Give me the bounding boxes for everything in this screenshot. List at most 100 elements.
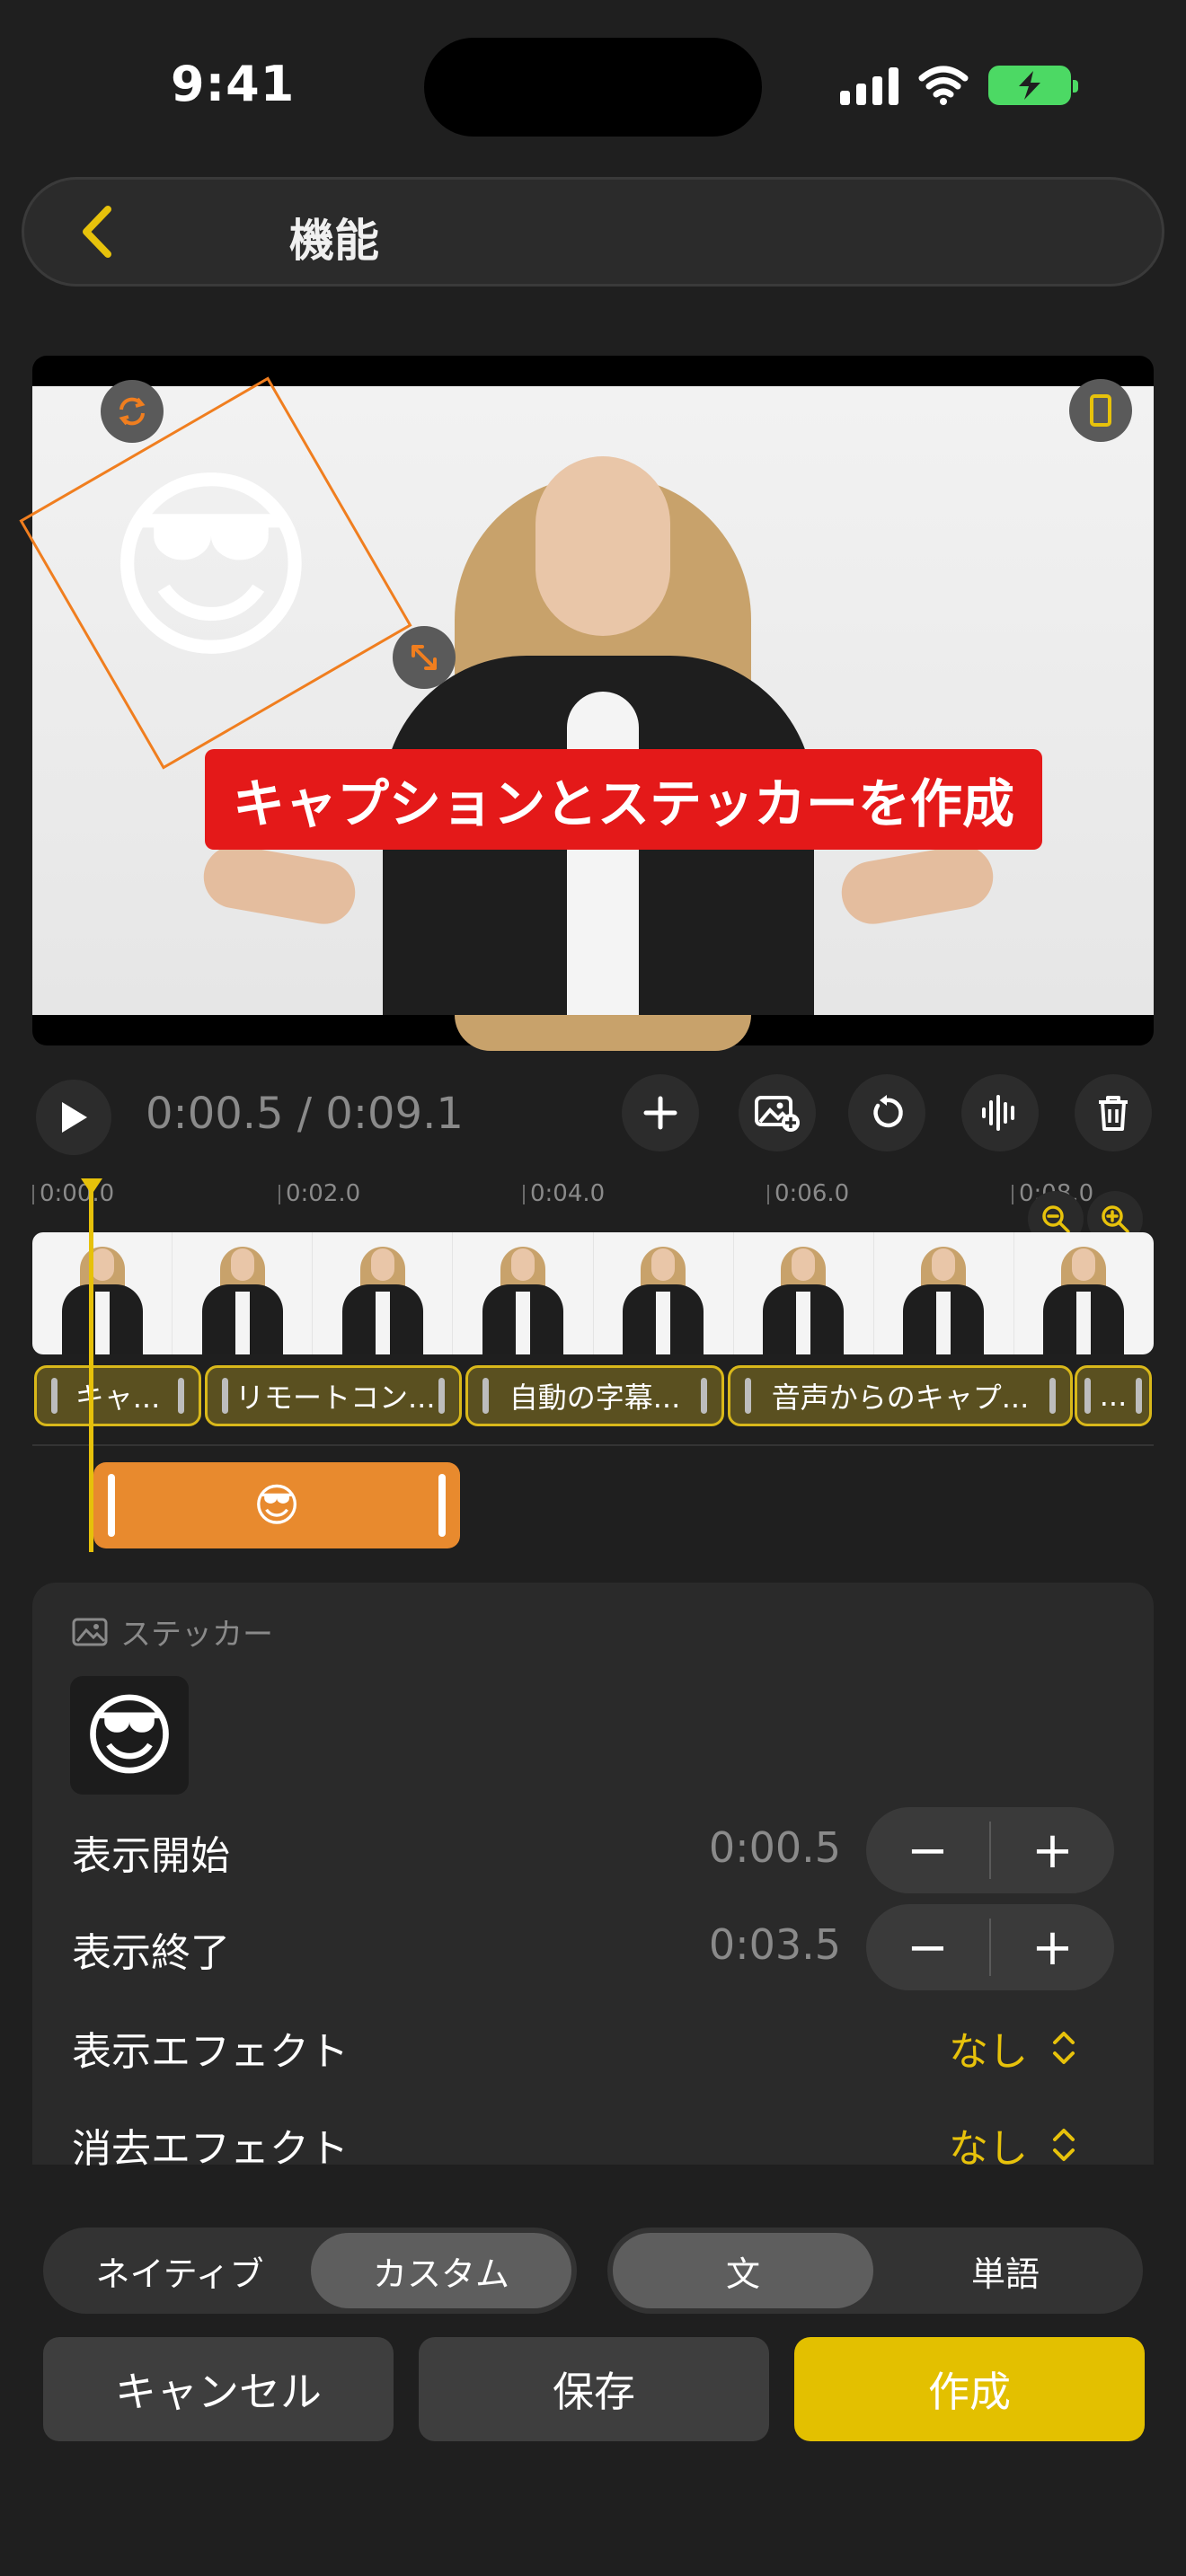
- sticker-thumbnail[interactable]: 😎: [70, 1676, 189, 1795]
- rotate-icon: [119, 397, 146, 426]
- caption-clip-label: 音声からのキャプ...: [771, 1381, 1030, 1415]
- play-button[interactable]: [36, 1080, 111, 1155]
- segment-native[interactable]: ネイティブ: [49, 2233, 311, 2308]
- undo-button[interactable]: [848, 1074, 925, 1151]
- add-sticker-button[interactable]: [739, 1074, 816, 1151]
- show-effect-value: なし: [949, 2029, 1028, 2075]
- filmstrip-frame: [874, 1232, 1014, 1354]
- caption-clip[interactable]: キャ...: [34, 1365, 201, 1426]
- hide-effect-value: なし: [949, 2126, 1028, 2172]
- segment-custom[interactable]: カスタム: [311, 2233, 571, 2308]
- ruler-tick: 0:04.0: [523, 1180, 605, 1207]
- presenter-hand-left: [199, 840, 360, 930]
- time-readout: 0:00.5 / 0:09.1: [146, 1089, 464, 1139]
- clip-handle[interactable]: [1084, 1378, 1091, 1414]
- start-time-increase-button[interactable]: +: [991, 1807, 1114, 1893]
- clip-handle[interactable]: [222, 1378, 228, 1414]
- filmstrip-frame: [594, 1232, 734, 1354]
- trash-icon: [1099, 1096, 1128, 1131]
- back-button[interactable]: [72, 202, 126, 261]
- delete-button[interactable]: [1075, 1074, 1152, 1151]
- clip-handle[interactable]: [482, 1378, 489, 1414]
- sticker-clip[interactable]: 😎: [93, 1462, 460, 1548]
- add-image-icon: [755, 1096, 800, 1132]
- caption-clip-label: キャ...: [75, 1381, 161, 1415]
- end-time-label: 表示終了: [72, 1930, 230, 1976]
- battery-charging-icon: [988, 66, 1078, 105]
- presenter-face: [535, 456, 670, 636]
- caption-clip[interactable]: リモートコン...: [205, 1365, 462, 1426]
- caption-clip-label: リモートコン...: [235, 1381, 436, 1415]
- clip-handle[interactable]: [108, 1474, 115, 1537]
- panel-title: ステッカー: [120, 1617, 273, 1653]
- clip-handle[interactable]: [701, 1378, 707, 1414]
- status-time: 9:41: [171, 56, 296, 112]
- caption-clip-label: ...: [1099, 1379, 1128, 1413]
- aspect-ratio-button[interactable]: [1069, 379, 1132, 442]
- show-effect-label: 表示エフェクト: [72, 2029, 349, 2075]
- play-icon: [62, 1102, 87, 1133]
- caption-clip[interactable]: 音声からのキャプ...: [728, 1365, 1073, 1426]
- unit-segmented-control[interactable]: 文 単語: [607, 2228, 1143, 2314]
- sticker-rotate-button[interactable]: [101, 380, 164, 443]
- end-time-stepper[interactable]: − +: [866, 1904, 1114, 1990]
- caption-overlay[interactable]: キャプションとステッカーを作成: [205, 749, 1042, 850]
- sticker-overlay[interactable]: 😎: [103, 465, 319, 672]
- aspect-ratio-icon: [1090, 394, 1111, 427]
- start-time-decrease-button[interactable]: −: [866, 1807, 989, 1893]
- resize-icon: [412, 645, 437, 670]
- add-caption-button[interactable]: [622, 1074, 699, 1151]
- clip-handle[interactable]: [1136, 1378, 1142, 1414]
- clip-handle[interactable]: [438, 1474, 446, 1537]
- caption-clip-label: 自動の字幕...: [509, 1381, 681, 1415]
- start-time-label: 表示開始: [72, 1833, 230, 1879]
- chevron-updown-icon: [1053, 2032, 1075, 2064]
- clip-handle[interactable]: [51, 1378, 58, 1414]
- zoom-in-icon: [1102, 1205, 1129, 1233]
- signal-icon: [840, 66, 898, 105]
- zoom-out-icon: [1042, 1205, 1070, 1233]
- image-icon: [72, 1618, 108, 1645]
- undo-icon: [873, 1095, 903, 1128]
- panel-header: ステッカー: [72, 1610, 273, 1654]
- clip-handle[interactable]: [438, 1378, 445, 1414]
- filmstrip-frame: [313, 1232, 454, 1354]
- end-time-value: 0:03.5: [708, 1920, 841, 1969]
- end-time-increase-button[interactable]: +: [991, 1904, 1114, 1990]
- sticker-resize-button[interactable]: [393, 626, 456, 689]
- create-button[interactable]: 作成: [794, 2337, 1145, 2441]
- filmstrip-frame: [453, 1232, 594, 1354]
- hide-effect-select[interactable]: なし: [949, 2116, 1076, 2174]
- ruler-tick: 0:06.0: [767, 1180, 849, 1207]
- clip-handle[interactable]: [178, 1378, 184, 1414]
- playhead[interactable]: [89, 1184, 93, 1552]
- presenter-shirt: [567, 692, 639, 1015]
- header-bar: [22, 177, 1164, 287]
- clip-handle[interactable]: [745, 1378, 751, 1414]
- auto-caption-button[interactable]: [961, 1074, 1039, 1151]
- cancel-button[interactable]: キャンセル: [43, 2337, 394, 2441]
- video-filmstrip[interactable]: [32, 1232, 1154, 1354]
- show-effect-select[interactable]: なし: [949, 2019, 1076, 2077]
- start-time-stepper[interactable]: − +: [866, 1807, 1114, 1893]
- chevron-updown-icon: [1053, 2129, 1075, 2161]
- page-title: 機能: [289, 215, 379, 267]
- clip-handle[interactable]: [1049, 1378, 1056, 1414]
- filmstrip-frame: [173, 1232, 314, 1354]
- caption-clip[interactable]: ...: [1075, 1365, 1152, 1426]
- caption-clip[interactable]: 自動の字幕...: [465, 1365, 724, 1426]
- segment-word[interactable]: 単語: [873, 2233, 1137, 2308]
- start-time-value: 0:00.5: [708, 1823, 841, 1872]
- wifi-icon: [918, 66, 969, 105]
- chevron-left-icon: [83, 206, 111, 258]
- segment-sentence[interactable]: 文: [613, 2233, 873, 2308]
- filmstrip-frame: [32, 1232, 173, 1354]
- save-button[interactable]: 保存: [419, 2337, 769, 2441]
- end-time-decrease-button[interactable]: −: [866, 1904, 989, 1990]
- sticker-clip-emoji: 😎: [252, 1479, 301, 1531]
- dynamic-island: [424, 38, 762, 137]
- mode-segmented-control[interactable]: ネイティブ カスタム: [43, 2228, 577, 2314]
- track-divider: [32, 1444, 1154, 1446]
- playhead-marker[interactable]: [81, 1178, 102, 1195]
- plus-icon: [643, 1096, 677, 1130]
